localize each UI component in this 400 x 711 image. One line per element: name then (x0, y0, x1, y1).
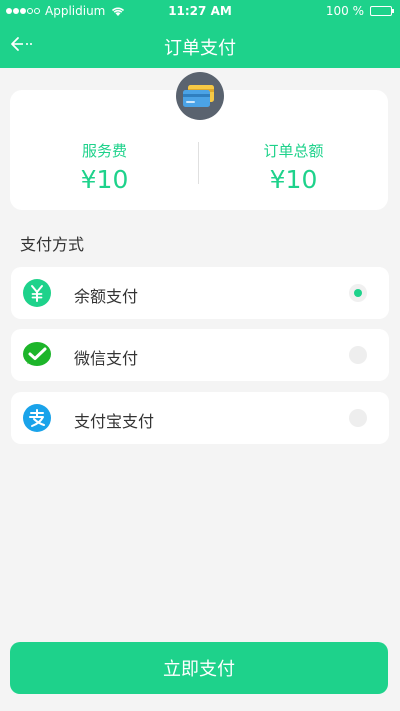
battery-icon (370, 6, 394, 16)
pay-now-button[interactable]: 立即支付 (10, 642, 388, 694)
status-bar: Applidium 11:27 AM 100 % (0, 0, 400, 22)
order-total-label: 订单总额 (263, 142, 324, 160)
payment-method-label: 微信支付 (74, 349, 139, 368)
battery-status: 100 % (325, 4, 394, 18)
payment-method-balance[interactable]: 余额支付 (11, 267, 389, 319)
payment-method-label: 余额支付 (74, 287, 139, 306)
payment-method-wechat[interactable]: 微信支付 (11, 329, 389, 381)
order-total-value: ¥10 (269, 165, 318, 194)
service-fee: 服务费 ¥10 (10, 140, 199, 194)
service-fee-label: 服务费 (81, 142, 127, 160)
page-title: 订单支付 (164, 38, 236, 59)
radio-unselected[interactable] (349, 409, 367, 427)
radio-selected[interactable] (349, 284, 367, 302)
credit-card-icon (176, 72, 224, 120)
payment-method-alipay[interactable]: 支付宝支付 (11, 392, 389, 444)
order-total: 订单总额 ¥10 (199, 140, 388, 194)
payment-method-heading: 支付方式 (20, 235, 85, 254)
wechat-icon (23, 342, 51, 366)
payment-method-label: 支付宝支付 (74, 412, 155, 431)
battery-percent: 100 % (325, 4, 364, 18)
app-header: Applidium 11:27 AM 100 % 订单支付 (0, 0, 400, 68)
alipay-icon (23, 404, 51, 432)
yuan-balance-icon (23, 279, 51, 307)
radio-unselected[interactable] (349, 346, 367, 364)
service-fee-value: ¥10 (80, 165, 129, 194)
